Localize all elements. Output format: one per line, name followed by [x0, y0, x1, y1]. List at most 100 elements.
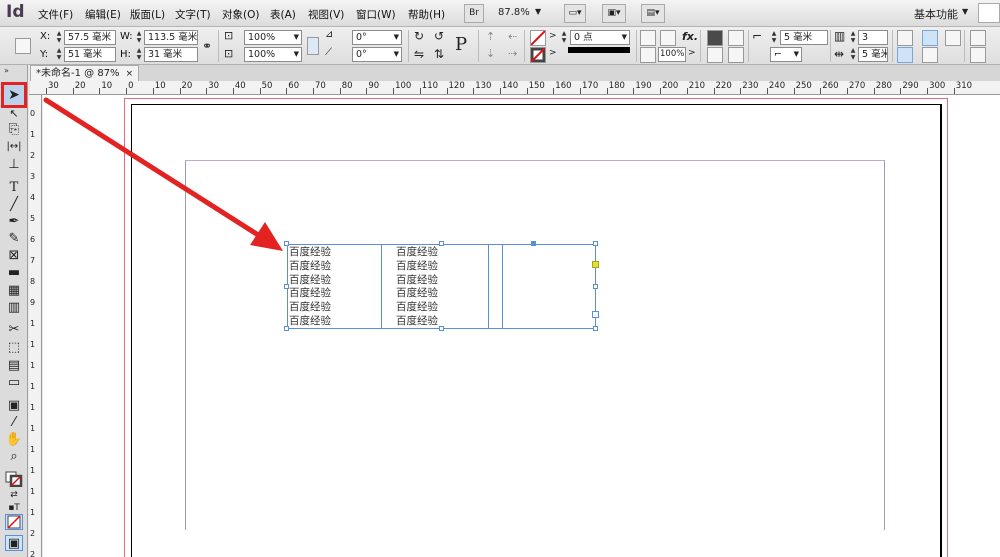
wrap-bounding-box-icon[interactable]: [728, 30, 744, 46]
paragraph-icon[interactable]: P: [455, 34, 467, 55]
table-cell[interactable]: 百度经验: [396, 273, 438, 287]
zoom-dropdown-icon[interactable]: ▼: [535, 7, 541, 16]
table-columns-tool-icon[interactable]: ▥: [5, 300, 23, 316]
table-cell[interactable]: 百度经验: [396, 259, 438, 273]
scale-x-field[interactable]: 100% ▼: [244, 30, 302, 45]
note-tool-icon[interactable]: ▣: [5, 398, 23, 414]
table-cell[interactable]: 百度经验: [396, 245, 438, 259]
x-stepper[interactable]: ▲ ▼: [55, 30, 63, 45]
table-cell[interactable]: 百度经验: [289, 259, 331, 273]
table-cell[interactable]: 百度经验: [289, 245, 331, 259]
type-tool-icon[interactable]: T: [5, 180, 23, 196]
view-options-icon[interactable]: ▭▾: [564, 4, 586, 23]
scale-y-field[interactable]: 100% ▼: [244, 47, 302, 62]
rotation-field[interactable]: 0° ▼: [352, 30, 402, 45]
gradient-feather-tool-icon[interactable]: ▭: [5, 375, 23, 391]
direct-select-tool-icon[interactable]: ↖: [5, 106, 23, 122]
stroke-weight-field[interactable]: 0 点 ▼: [570, 30, 630, 45]
fill-menu-icon[interactable]: >: [549, 31, 557, 41]
table-cell[interactable]: 百度经验: [396, 286, 438, 300]
selection-handle[interactable]: [593, 241, 598, 246]
column-divider[interactable]: [502, 245, 503, 328]
table-cell[interactable]: 百度经验: [289, 286, 331, 300]
wrap-jump-object-icon[interactable]: [728, 47, 744, 63]
rectangle-frame-tool-icon[interactable]: ⊠: [5, 248, 23, 264]
apply-none-icon[interactable]: [5, 514, 23, 530]
close-tab-icon[interactable]: ×: [126, 69, 134, 79]
align-bottom-icon[interactable]: [945, 30, 961, 46]
pasteboard[interactable]: 百度经验 百度经验 百度经验 百度经验 百度经验 百度经验 百度经验 百度经验 百度经验 百度经验…: [43, 95, 1000, 557]
wrap-offset-field[interactable]: 5 毫米: [780, 30, 828, 45]
zoom-level[interactable]: 87.8%: [498, 7, 530, 18]
rectangle-tool-icon[interactable]: ▬: [5, 265, 23, 281]
page-tool-icon[interactable]: ⎘: [5, 122, 23, 138]
column-divider[interactable]: [488, 245, 489, 328]
selection-handle[interactable]: [593, 326, 598, 331]
toolbox-collapse-icon[interactable]: »: [4, 66, 9, 75]
menu-layout[interactable]: 版面(L): [130, 7, 165, 22]
table-frame[interactable]: [287, 244, 596, 329]
reference-point-icon[interactable]: [15, 38, 31, 54]
table-cell[interactable]: 百度经验: [289, 300, 331, 314]
text-frame-options-icon[interactable]: [970, 30, 986, 46]
table-cell[interactable]: 百度经验: [396, 300, 438, 314]
selection-handle[interactable]: [439, 326, 444, 331]
w-stepper[interactable]: ▲ ▼: [135, 30, 143, 45]
pencil-tool-icon[interactable]: ✎: [5, 231, 23, 247]
grid-options-icon[interactable]: [970, 47, 986, 63]
table-cell[interactable]: 百度经验: [289, 314, 331, 328]
content-collector-tool-icon[interactable]: ⊥: [5, 157, 23, 173]
arrange-documents-icon[interactable]: ▤▾: [641, 4, 665, 23]
menu-table[interactable]: 表(A): [270, 7, 296, 22]
opacity-field[interactable]: 100%: [658, 47, 686, 62]
hand-tool-icon[interactable]: ✋: [5, 432, 23, 448]
column-divider[interactable]: [381, 245, 382, 328]
menu-window[interactable]: 窗口(W): [356, 7, 396, 22]
gap-tool-icon[interactable]: |↔|: [5, 139, 23, 155]
drop-shadow-icon[interactable]: [640, 30, 656, 46]
y-stepper[interactable]: ▲ ▼: [55, 47, 63, 62]
selection-handle[interactable]: [593, 284, 598, 289]
table-grid-tool-icon[interactable]: ▦: [5, 283, 23, 299]
gradient-swatch-tool-icon[interactable]: ▤: [5, 358, 23, 374]
thread-out-port[interactable]: [592, 311, 599, 318]
thread-in-port[interactable]: [531, 241, 536, 246]
selection-handle[interactable]: [439, 241, 444, 246]
select-tool-icon[interactable]: ➤: [5, 87, 23, 103]
menu-file[interactable]: 文件(F): [38, 7, 73, 22]
pen-tool-icon[interactable]: ✒: [5, 214, 23, 230]
menu-object[interactable]: 对象(O): [222, 7, 259, 22]
menu-view[interactable]: 视图(V): [308, 7, 344, 22]
flip-vertical-icon[interactable]: ⇅: [434, 47, 444, 61]
fx-icon[interactable]: fx.: [682, 30, 698, 43]
select-container-icon[interactable]: ⇡: [486, 30, 495, 43]
workspace-dropdown-icon[interactable]: ▼: [962, 7, 968, 16]
live-corner-handle[interactable]: [592, 261, 599, 268]
table-cell[interactable]: 百度经验: [289, 273, 331, 287]
stroke-type-selector[interactable]: [568, 47, 630, 53]
auto-size-icon[interactable]: [922, 47, 938, 63]
select-previous-icon[interactable]: ⇠: [508, 30, 517, 43]
line-tool-icon[interactable]: ╱: [5, 197, 23, 213]
bridge-button[interactable]: Br: [464, 4, 484, 23]
menu-type[interactable]: 文字(T): [175, 7, 211, 22]
link-scale-icon[interactable]: [307, 37, 319, 55]
scissors-tool-icon[interactable]: ✂: [5, 322, 23, 338]
stroke-swatch-icon[interactable]: [530, 47, 546, 63]
wrap-offset-stepper[interactable]: ▲ ▼: [770, 30, 778, 45]
wrap-none-icon[interactable]: [707, 30, 723, 46]
height-field[interactable]: 31 毫米: [144, 47, 198, 62]
menu-help[interactable]: 帮助(H): [408, 7, 445, 22]
constrain-proportions-icon[interactable]: ⚭: [202, 39, 212, 53]
select-next-icon[interactable]: ⇢: [508, 47, 517, 60]
eyedropper-tool-icon[interactable]: ⁄: [5, 415, 23, 431]
vertical-ruler[interactable]: 0 1 2 3 4 5 6 7 8 9 1 1 1 1 1 1 1 1 1 1 2 2: [29, 95, 42, 557]
gutter-stepper[interactable]: ▲ ▼: [849, 47, 857, 62]
width-field[interactable]: 113.5 毫米: [144, 30, 198, 45]
stroke-weight-stepper[interactable]: ▲ ▼: [560, 30, 568, 45]
fill-swatch-icon[interactable]: [530, 30, 546, 46]
effects-icon[interactable]: [660, 30, 676, 46]
menu-edit[interactable]: 编辑(E): [85, 7, 121, 22]
h-stepper[interactable]: ▲ ▼: [135, 47, 143, 62]
workspace-switcher[interactable]: 基本功能: [914, 6, 958, 22]
